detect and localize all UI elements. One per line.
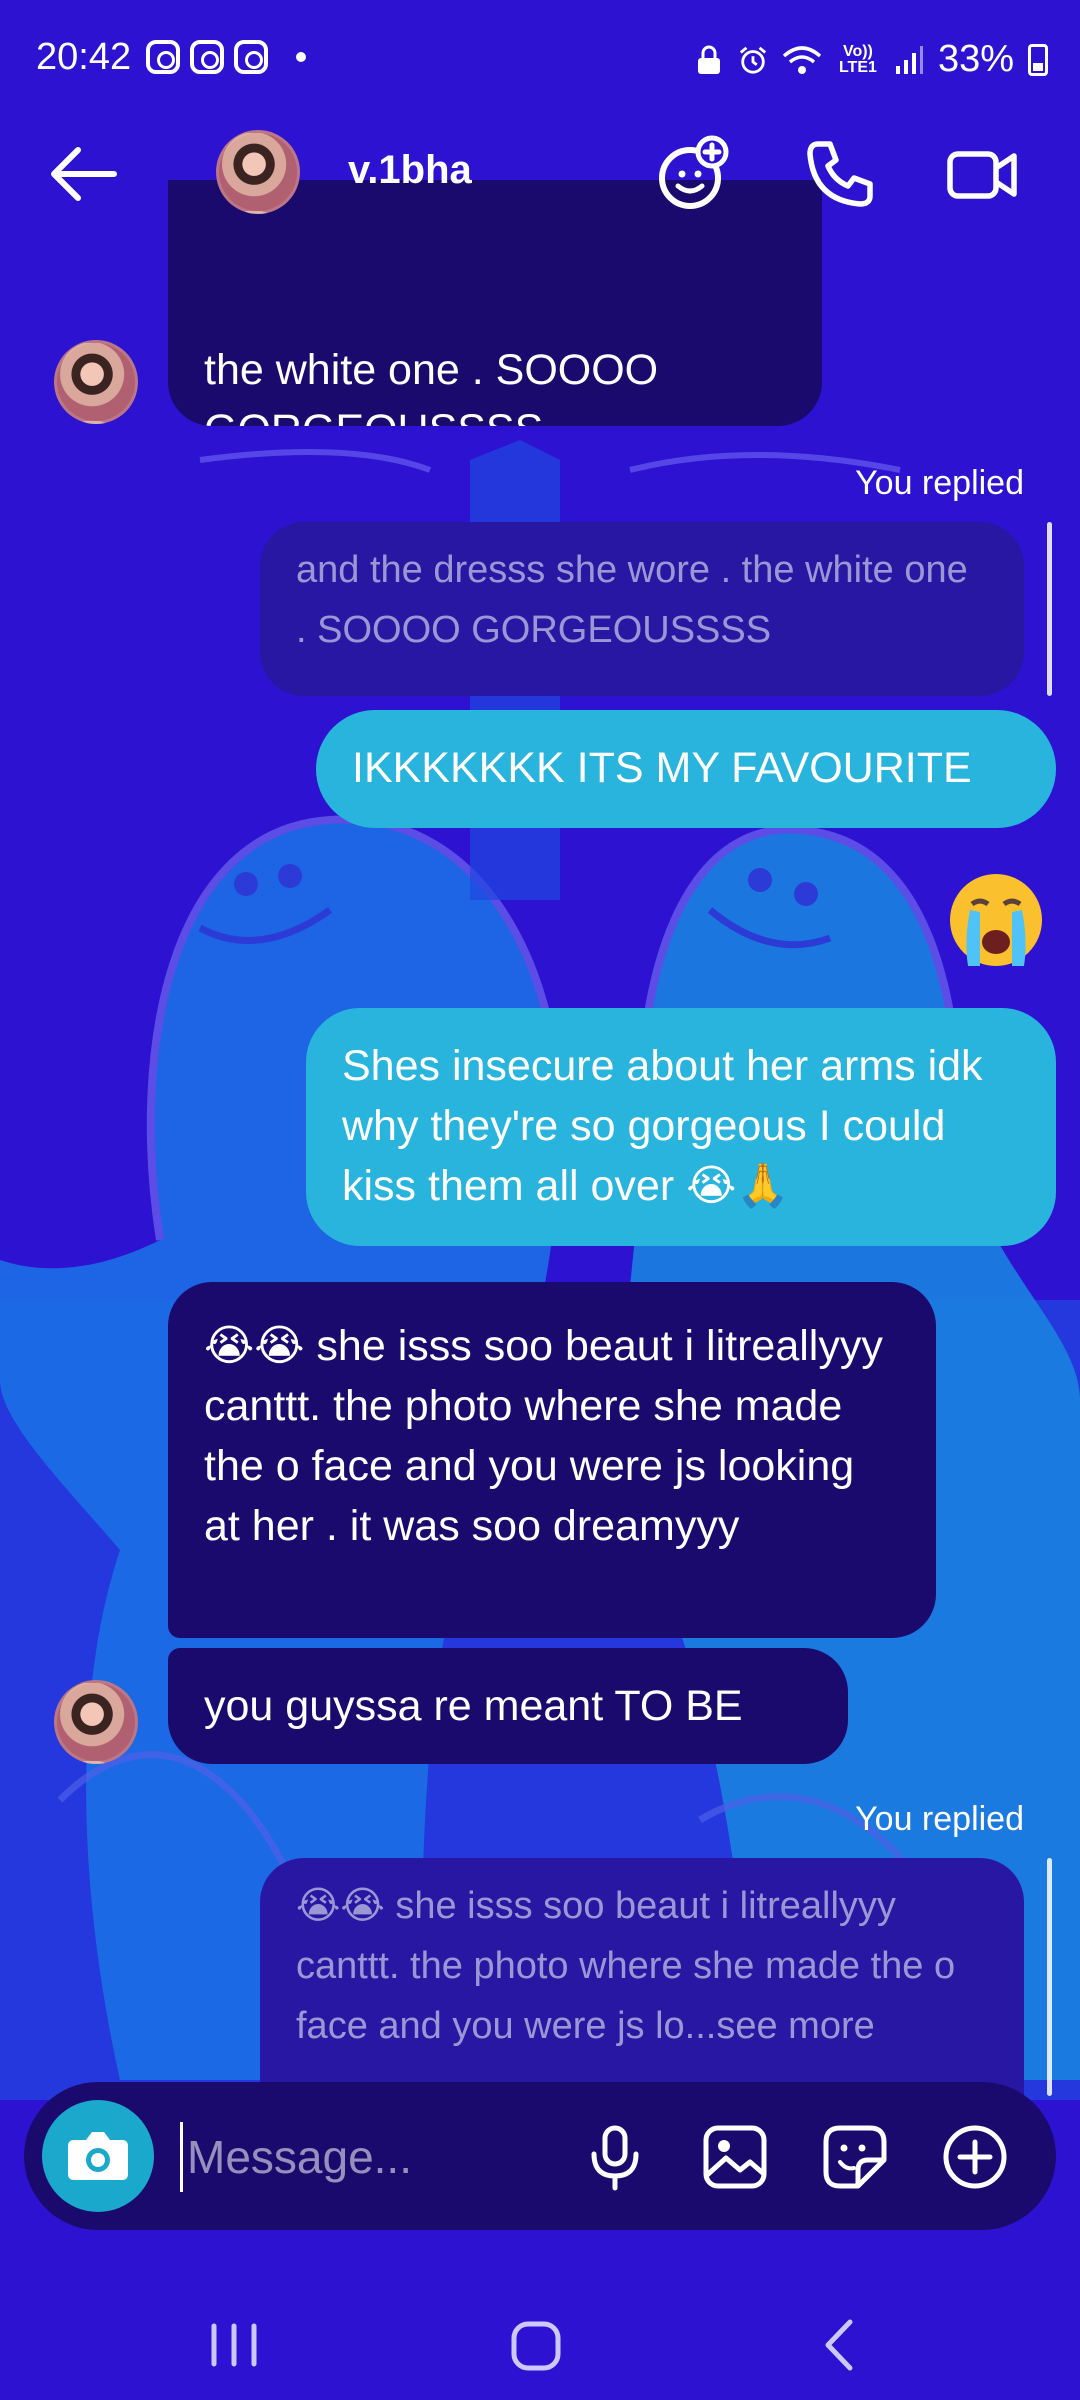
sender-avatar[interactable] xyxy=(54,340,138,424)
status-bar: 20:42 Vo)) LTE1 33% xyxy=(0,0,1080,120)
replied-message-quote[interactable]: and the dresss she wore . the white one … xyxy=(260,522,1024,696)
message-text: Shes insecure about her arms idk why the… xyxy=(342,1042,983,1210)
instagram-notification-icon xyxy=(146,40,180,74)
recents-icon[interactable] xyxy=(194,2310,274,2380)
microphone-icon[interactable] xyxy=(580,2122,650,2192)
sticker-icon[interactable] xyxy=(820,2122,890,2192)
message-composer xyxy=(24,2082,1056,2230)
you-replied-label: You replied xyxy=(855,464,1024,502)
camera-button[interactable] xyxy=(42,2100,154,2212)
alarm-icon xyxy=(739,46,767,74)
notification-icons xyxy=(146,40,306,74)
instagram-notification-icon xyxy=(190,40,224,74)
signal-icon xyxy=(895,45,923,74)
status-time: 20:42 xyxy=(36,36,132,78)
effects-icon[interactable] xyxy=(654,134,734,214)
incoming-message[interactable]: 😭😭 she isss soo beaut i litreallyyy cant… xyxy=(168,1282,936,1638)
nav-back-icon[interactable] xyxy=(800,2310,880,2380)
quoted-text: 😭😭 she isss soo beaut i litreallyyy cant… xyxy=(296,1885,956,2047)
battery-icon xyxy=(1028,43,1048,76)
sender-avatar[interactable] xyxy=(54,1680,138,1764)
outgoing-message[interactable]: Shes insecure about her arms idk why the… xyxy=(306,1008,1056,1246)
more-notifications-dot-icon xyxy=(296,52,306,62)
message-text: IKKKKKKK ITS MY FAVOURITE xyxy=(352,744,972,792)
reply-bar xyxy=(1047,1858,1052,2096)
battery-percentage: 33% xyxy=(937,38,1014,80)
contact-avatar[interactable] xyxy=(216,130,300,214)
you-replied-label: You replied xyxy=(855,1800,1024,1838)
message-text: 😭😭 she isss soo beaut i litreallyyy cant… xyxy=(204,1322,883,1550)
emoji-message[interactable] xyxy=(946,870,1046,970)
lock-icon xyxy=(697,45,720,74)
volte-indicator: Vo)) LTE1 xyxy=(838,42,877,76)
video-camera-icon[interactable] xyxy=(942,134,1022,214)
chat-header: v.1bha xyxy=(0,120,1080,230)
instagram-notification-icon xyxy=(234,40,268,74)
message-text: you guyssa re meant TO BE xyxy=(204,1682,743,1730)
outgoing-message[interactable]: IKKKKKKK ITS MY FAVOURITE xyxy=(316,710,1056,828)
message-text: the white one . SOOOO GORGEOUSSSS xyxy=(204,346,659,426)
reply-bar xyxy=(1047,522,1052,696)
plus-circle-icon[interactable] xyxy=(940,2122,1010,2192)
system-navigation-bar xyxy=(0,2290,1080,2400)
replied-message-quote[interactable]: 😭😭 she isss soo beaut i litreallyyy cant… xyxy=(260,1858,1024,2096)
wifi-icon xyxy=(782,45,822,74)
back-arrow-icon[interactable] xyxy=(44,142,124,206)
phone-icon[interactable] xyxy=(800,134,880,214)
crying-face-icon xyxy=(950,874,1042,966)
gallery-icon[interactable] xyxy=(700,2122,770,2192)
message-input[interactable] xyxy=(180,2122,560,2192)
incoming-message[interactable]: you guyssa re meant TO BE xyxy=(168,1648,848,1764)
quoted-text: and the dresss she wore . the white one … xyxy=(296,549,968,651)
home-icon[interactable] xyxy=(496,2310,576,2380)
contact-name[interactable]: v.1bha xyxy=(348,148,472,193)
system-status-icons: Vo)) LTE1 33% xyxy=(694,38,1048,81)
camera-icon xyxy=(68,2132,128,2180)
